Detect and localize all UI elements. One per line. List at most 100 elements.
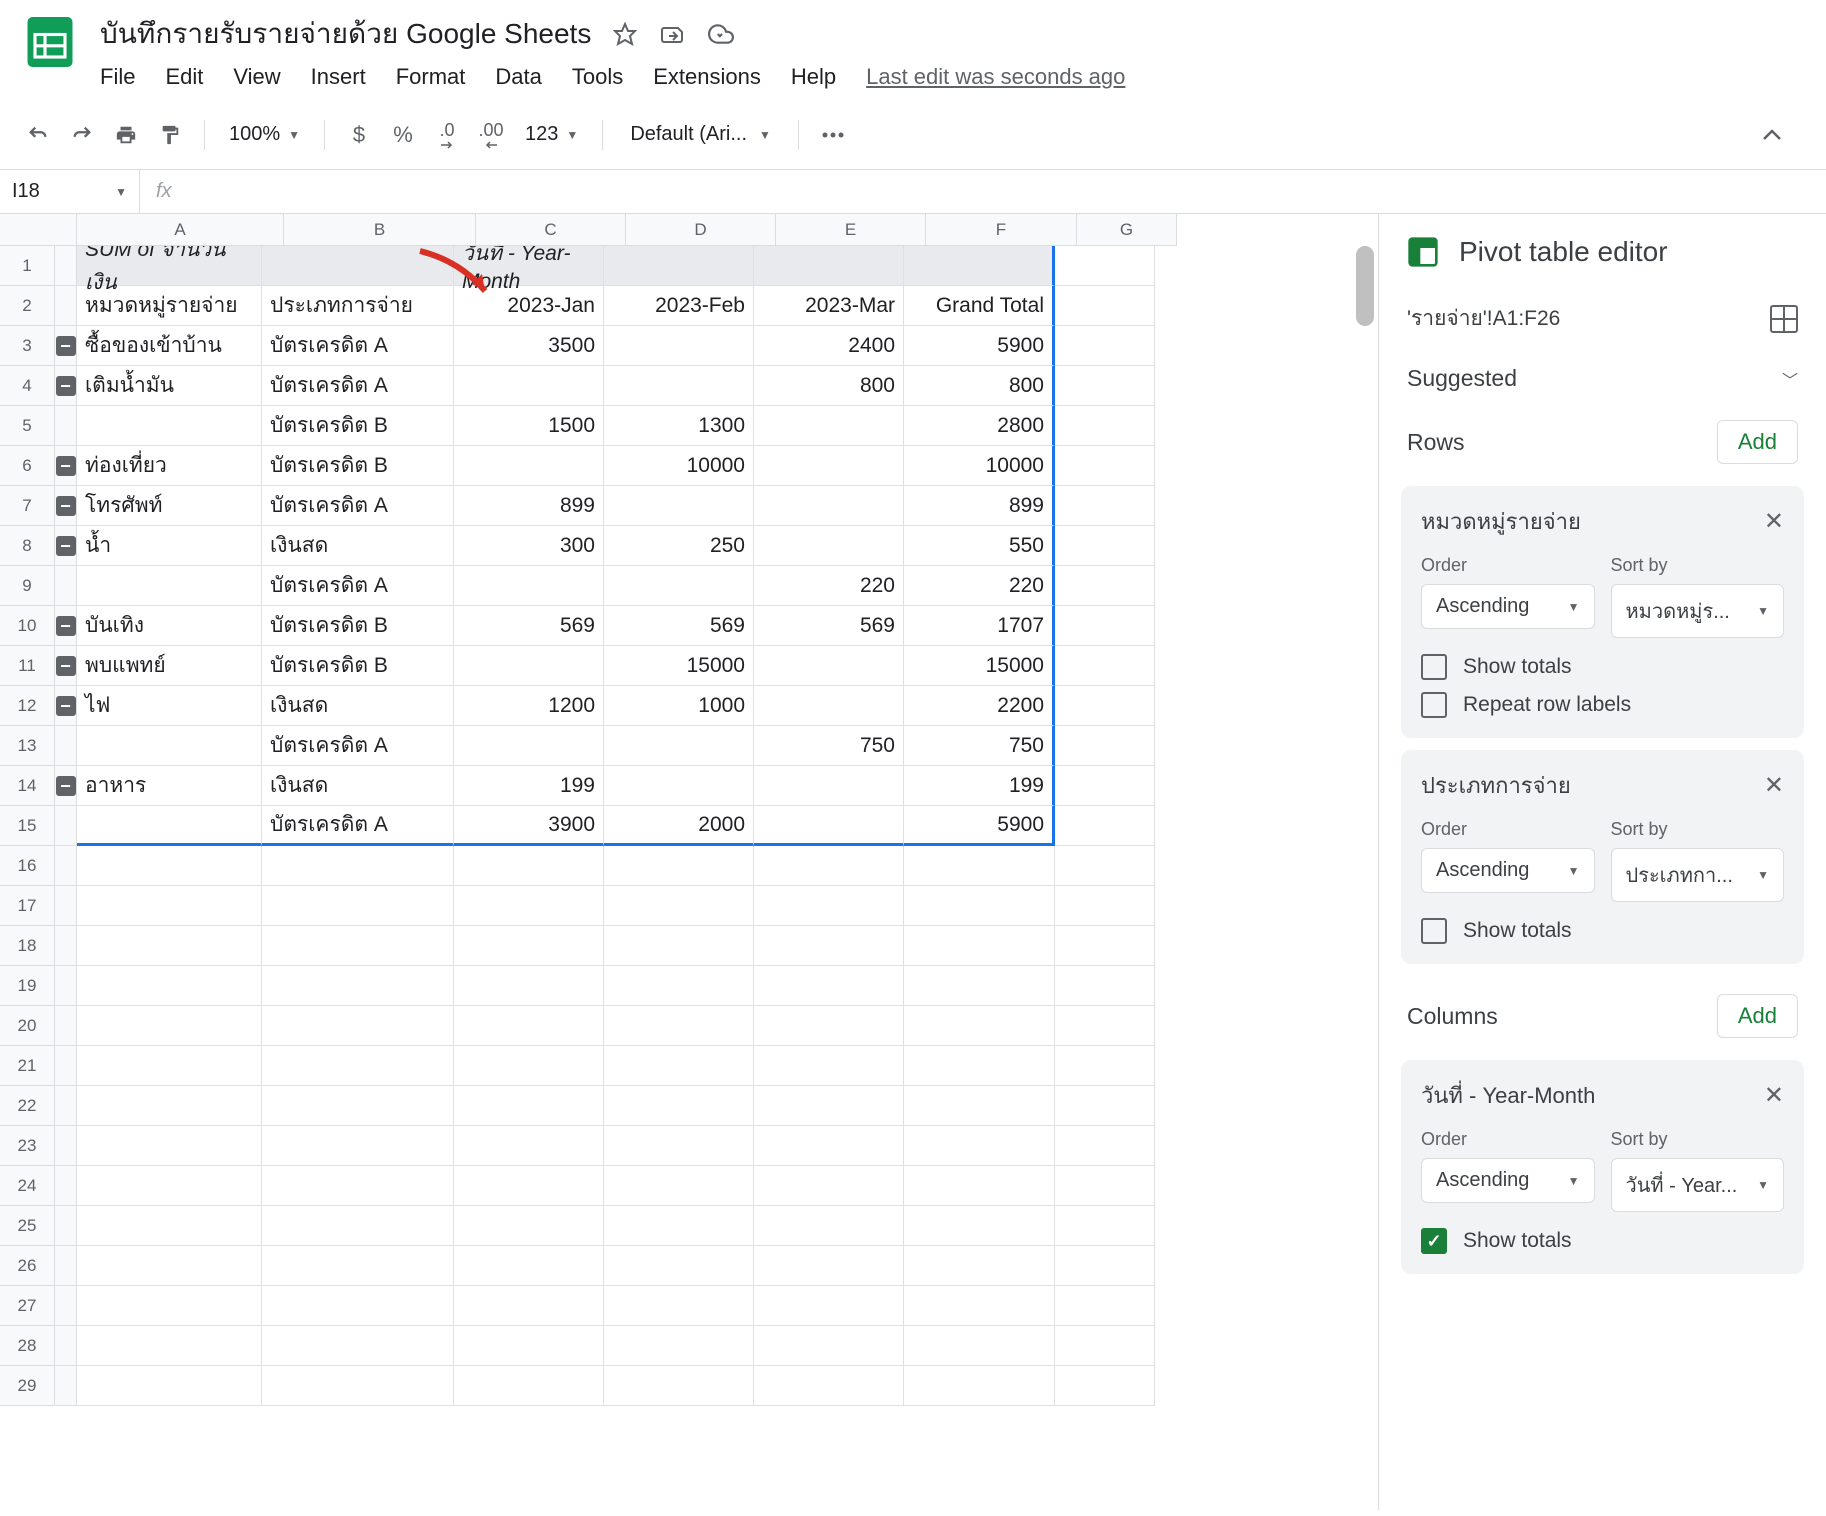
add-column-button[interactable]: Add (1717, 994, 1798, 1038)
zoom-select[interactable]: 100%▼ (221, 119, 308, 150)
sortby-label: Sort by (1611, 555, 1785, 576)
row-header-10[interactable]: 10 (0, 606, 55, 646)
add-row-button[interactable]: Add (1717, 420, 1798, 464)
collapse-button[interactable]: − (56, 456, 76, 476)
row-header-11[interactable]: 11 (0, 646, 55, 686)
col-header-G[interactable]: G (1077, 214, 1177, 246)
row-header-15[interactable]: 15 (0, 806, 55, 846)
row-header-6[interactable]: 6 (0, 446, 55, 486)
menu-tools[interactable]: Tools (572, 64, 623, 90)
collapse-button[interactable]: − (56, 536, 76, 556)
order-select[interactable]: Ascending▼ (1421, 848, 1595, 893)
name-box[interactable]: I18▼ (0, 170, 140, 213)
print-button[interactable] (108, 117, 144, 153)
order-select[interactable]: Ascending▼ (1421, 584, 1595, 629)
vertical-scrollbar[interactable] (1356, 246, 1374, 326)
row-header-4[interactable]: 4 (0, 366, 55, 406)
row-header-16[interactable]: 16 (0, 846, 55, 886)
show-totals-label: Show totals (1463, 655, 1572, 679)
row-header-7[interactable]: 7 (0, 486, 55, 526)
sortby-select[interactable]: หมวดหมู่ร...▼ (1611, 584, 1785, 638)
redo-button[interactable] (64, 117, 100, 153)
menu-help[interactable]: Help (791, 64, 836, 90)
sortby-select[interactable]: วันที่ - Year...▼ (1611, 1158, 1785, 1212)
row-header-22[interactable]: 22 (0, 1086, 55, 1126)
move-icon[interactable] (659, 20, 687, 48)
row-header-20[interactable]: 20 (0, 1006, 55, 1046)
row-header-29[interactable]: 29 (0, 1366, 55, 1406)
col-header-D[interactable]: D (626, 214, 776, 246)
close-icon[interactable]: ✕ (1764, 771, 1784, 800)
col-header-E[interactable]: E (776, 214, 926, 246)
currency-button[interactable]: $ (341, 117, 377, 153)
row-header-25[interactable]: 25 (0, 1206, 55, 1246)
row-header-12[interactable]: 12 (0, 686, 55, 726)
number-format-select[interactable]: 123▼ (517, 119, 586, 150)
spreadsheet-grid[interactable]: ABCDEFG1SUM of จำนวนเงินวันที่ - Year-Mo… (0, 214, 1378, 1510)
cloud-icon[interactable] (707, 20, 735, 48)
row-header-23[interactable]: 23 (0, 1126, 55, 1166)
show-totals-checkbox[interactable] (1421, 1228, 1447, 1254)
row-header-8[interactable]: 8 (0, 526, 55, 566)
fx-label: fx (140, 180, 188, 203)
col-header-B[interactable]: B (284, 214, 476, 246)
row-header-13[interactable]: 13 (0, 726, 55, 766)
row-header-2[interactable]: 2 (0, 286, 55, 326)
collapse-button[interactable]: − (56, 496, 76, 516)
document-title[interactable]: บันทึกรายรับรายจ่ายด้วย Google Sheets (100, 12, 591, 56)
collapse-button[interactable]: − (56, 616, 76, 636)
row-header-1[interactable]: 1 (0, 246, 55, 286)
row-header-19[interactable]: 19 (0, 966, 55, 1006)
repeat-labels-label: Repeat row labels (1463, 693, 1631, 717)
collapse-button[interactable]: − (56, 776, 76, 796)
toolbar: 100%▼ $ % .0 .00 123▼ Default (Ari...▼ (0, 100, 1826, 170)
row-header-18[interactable]: 18 (0, 926, 55, 966)
pivot-range-text[interactable]: 'รายจ่าย'!A1:F26 (1407, 302, 1560, 335)
menu-data[interactable]: Data (495, 64, 541, 90)
row-header-17[interactable]: 17 (0, 886, 55, 926)
font-select[interactable]: Default (Ari...▼ (619, 118, 782, 151)
undo-button[interactable] (20, 117, 56, 153)
last-edit-link[interactable]: Last edit was seconds ago (866, 64, 1125, 90)
show-totals-checkbox[interactable] (1421, 918, 1447, 944)
paint-format-button[interactable] (152, 117, 188, 153)
menu-file[interactable]: File (100, 64, 135, 90)
star-icon[interactable] (611, 20, 639, 48)
close-icon[interactable]: ✕ (1764, 1081, 1784, 1110)
menu-extensions[interactable]: Extensions (653, 64, 761, 90)
menu-format[interactable]: Format (396, 64, 466, 90)
collapse-button[interactable]: − (56, 376, 76, 396)
more-tools-button[interactable] (815, 117, 851, 153)
percent-button[interactable]: % (385, 117, 421, 153)
row-header-3[interactable]: 3 (0, 326, 55, 366)
menu-insert[interactable]: Insert (311, 64, 366, 90)
row-header-9[interactable]: 9 (0, 566, 55, 606)
increase-decimal-button[interactable]: .00 (473, 117, 509, 153)
row-header-14[interactable]: 14 (0, 766, 55, 806)
collapse-button[interactable]: − (56, 336, 76, 356)
sheets-logo-icon[interactable] (20, 12, 80, 72)
order-select[interactable]: Ascending▼ (1421, 1158, 1595, 1203)
sortby-select[interactable]: ประเภทกา...▼ (1611, 848, 1785, 902)
col-header-F[interactable]: F (926, 214, 1077, 246)
menu-view[interactable]: View (233, 64, 280, 90)
row-header-24[interactable]: 24 (0, 1166, 55, 1206)
close-icon[interactable]: ✕ (1764, 507, 1784, 536)
collapse-button[interactable]: − (56, 656, 76, 676)
row-header-5[interactable]: 5 (0, 406, 55, 446)
row-header-26[interactable]: 26 (0, 1246, 55, 1286)
decrease-decimal-button[interactable]: .0 (429, 117, 465, 153)
chevron-down-icon[interactable]: ﹀ (1782, 367, 1798, 391)
select-range-icon[interactable] (1770, 305, 1798, 333)
collapse-button[interactable]: − (56, 696, 76, 716)
collapse-toolbar-button[interactable] (1754, 117, 1790, 153)
row-header-21[interactable]: 21 (0, 1046, 55, 1086)
row-header-27[interactable]: 27 (0, 1286, 55, 1326)
repeat-labels-checkbox[interactable] (1421, 692, 1447, 718)
sortby-label: Sort by (1611, 1129, 1785, 1150)
row-header-28[interactable]: 28 (0, 1326, 55, 1366)
menu-edit[interactable]: Edit (165, 64, 203, 90)
col-header-C[interactable]: C (476, 214, 626, 246)
show-totals-checkbox[interactable] (1421, 654, 1447, 680)
col-header-A[interactable]: A (77, 214, 284, 246)
